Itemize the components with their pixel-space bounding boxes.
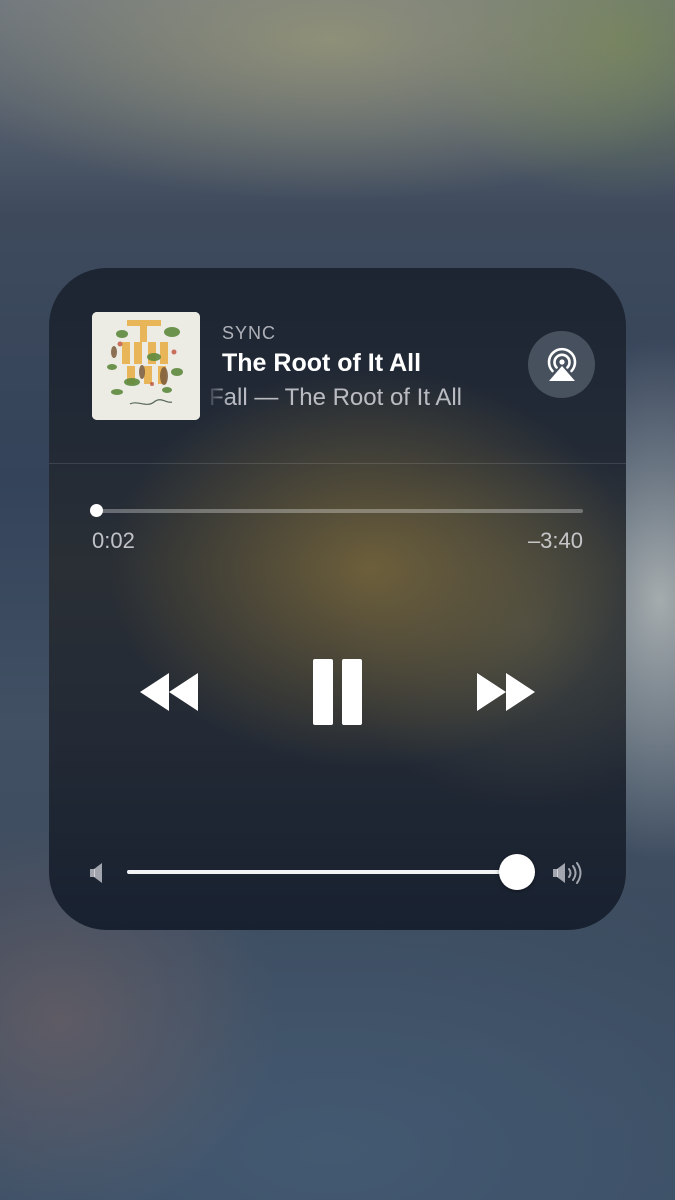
elapsed-time: 0:02 <box>92 528 135 553</box>
speaker-low-icon <box>89 862 107 889</box>
pause-icon <box>313 659 362 725</box>
speaker-high-icon <box>552 859 586 892</box>
volume-slider[interactable] <box>127 854 535 890</box>
scrubber-knob[interactable] <box>90 504 103 517</box>
album-artwork <box>92 312 200 420</box>
volume-knob[interactable] <box>499 854 535 890</box>
now-playing-header[interactable]: SYNC The Root of It All Fall — The Root … <box>49 268 626 464</box>
track-info: SYNC The Root of It All Fall — The Root … <box>209 320 509 416</box>
rewind-icon <box>140 673 198 711</box>
airplay-icon <box>547 347 577 381</box>
pause-button[interactable] <box>311 658 365 726</box>
artist-album-label: Fall — The Root of It All <box>209 384 462 411</box>
source-app-label: SYNC <box>222 323 277 343</box>
header-divider <box>49 463 626 464</box>
volume-level <box>127 870 517 874</box>
fast-forward-button[interactable] <box>472 670 538 714</box>
rewind-button[interactable] <box>137 670 203 714</box>
remaining-time: –3:40 <box>527 528 583 553</box>
playback-scrubber[interactable] <box>90 504 583 518</box>
fast-forward-icon <box>477 673 535 711</box>
track-title: The Root of It All <box>222 349 422 377</box>
now-playing-card: SYNC The Root of It All Fall — The Root … <box>49 268 626 930</box>
airplay-button[interactable] <box>528 331 595 398</box>
scrubber-track <box>92 509 583 513</box>
